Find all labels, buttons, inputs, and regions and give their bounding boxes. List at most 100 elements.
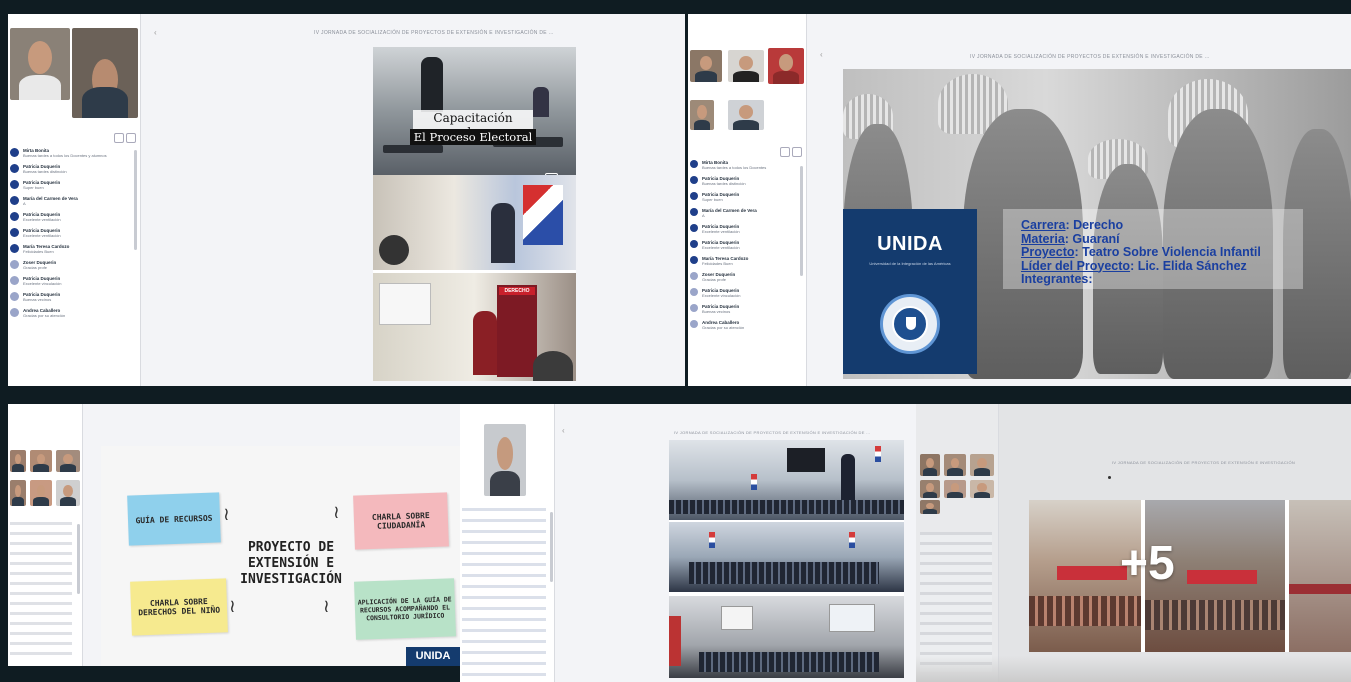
popout-icon[interactable] (114, 133, 124, 143)
avatar (10, 196, 19, 205)
avatar (10, 180, 19, 189)
photo-classroom-3 (1289, 500, 1351, 652)
avatar (10, 148, 19, 157)
chat-scrollbar[interactable] (134, 150, 137, 250)
lider-label: Líder del Proyecto (1021, 258, 1131, 273)
chevron-left-icon[interactable]: ‹ (562, 426, 565, 435)
shared-slide (1029, 500, 1351, 652)
chat-message: Mirta Bonita Buenas tardes a todos los Do… (10, 148, 134, 158)
participant-video[interactable] (944, 480, 966, 498)
chat-scrollbar[interactable] (550, 512, 553, 582)
chat-message: Patricia Duquerin Buenas vecinos (10, 292, 134, 302)
arrow-icon: ≀ (333, 502, 340, 522)
participant-video[interactable] (690, 100, 714, 130)
participant-video[interactable] (10, 450, 26, 472)
chat-scrollbar[interactable] (800, 166, 803, 276)
meeting-title: IV JORNADA DE SOCIALIZACIÓN DE PROYECTOS… (1112, 460, 1296, 465)
materia-label: Materia (1021, 231, 1065, 246)
avatar (10, 308, 19, 317)
note-charla-derechos-nino: CHARLA SOBRE DERECHOS DEL NIÑO (130, 578, 228, 636)
participant-video[interactable] (690, 50, 722, 82)
project-info: Carrera: Derecho Materia: Guaraní Proyec… (1021, 218, 1261, 286)
chat-text: Buenas vecinos (23, 297, 52, 302)
chat-text: Gracias por su atención (23, 313, 66, 318)
chat-text: Felicidades Buen (702, 261, 733, 266)
carrera-label: Carrera (1021, 218, 1066, 232)
carrera-value: Derecho (1073, 218, 1124, 232)
search-icon[interactable] (792, 147, 802, 157)
chat-list (10, 522, 72, 662)
participant-video[interactable] (970, 480, 994, 498)
chat-message: Patricia Duquerin Excelente ventilación (10, 212, 134, 222)
participant-video[interactable] (920, 454, 940, 476)
chat-text: Excelente ventilación (23, 233, 61, 238)
chat-scrollbar[interactable] (77, 524, 80, 594)
participant-video[interactable] (768, 48, 804, 84)
bottom-fade (916, 656, 1351, 682)
participant-video[interactable] (30, 450, 52, 472)
chevron-left-icon[interactable]: ‹ (154, 28, 157, 37)
meeting-screenshot-2: Mirta Bonita Buenas tardes a todos los Do… (688, 14, 1351, 386)
proyecto-label: Proyecto (1021, 245, 1075, 259)
avatar (690, 320, 698, 328)
chat-text: Buenas tardes a todos los Docentes (702, 165, 767, 170)
chat-message: Zoser Duquerin Gracias profe (10, 260, 134, 270)
meeting-sidebar: Mirta Bonita Buenas tardes a todos los Do… (8, 14, 141, 386)
chat-message: María del Carmen de Vera A (10, 196, 134, 206)
meeting-screenshot-3: IV JORNADA DE SOCIALIZACIÓN DE PROYECTOS… (8, 404, 460, 666)
chat-tools[interactable] (112, 130, 136, 143)
chat-message: Patricia Duquerin Excelente ventilación (690, 240, 800, 250)
chat-text: Gracias profe (23, 265, 48, 270)
meeting-title: IV JORNADA DE SOCIALIZACIÓN DE PROYECTOS… (314, 30, 554, 36)
popout-icon[interactable] (780, 147, 790, 157)
meeting-screenshot-5: IV JORNADA DE SOCIALIZACIÓN DE PROYECTOS… (916, 404, 1351, 682)
chat-list (920, 532, 992, 672)
participant-video[interactable] (970, 454, 994, 476)
chat-message: María del Carmen de Vera A (690, 208, 800, 218)
unida-logo: UNIDA (877, 233, 943, 255)
chevron-left-icon[interactable]: ‹ (820, 50, 823, 59)
materia-value: Guaraní (1072, 231, 1120, 246)
participant-video[interactable] (56, 480, 80, 506)
meeting-screenshot-1: Mirta Bonita Buenas tardes a todos los Do… (8, 14, 685, 386)
unida-logo: UNIDA (406, 647, 460, 666)
chat-message: Patricia Duquerin Excelente vinculación (10, 276, 134, 286)
integrantes-label: Integrantes (1021, 272, 1089, 286)
participant-video[interactable] (10, 480, 26, 506)
shared-slide: UNIDA Universidad de la Integración de l… (843, 69, 1351, 379)
avatar (10, 228, 19, 237)
participant-video[interactable] (728, 50, 764, 82)
chat-text: Excelente ventilación (23, 217, 61, 222)
shared-slide: Capacitación sobre: El Proceso Electoral… (373, 47, 576, 381)
participant-video[interactable] (72, 28, 138, 118)
arrow-icon: ≀ (223, 504, 230, 524)
arrow-icon: ≀ (229, 596, 236, 616)
chat-message: Patricia Duquerin Buenas tardes distinció… (10, 164, 134, 174)
chat-message: Andrea Caballero Gracias por su atención (10, 308, 134, 318)
participant-video[interactable] (728, 100, 764, 130)
more-photos-count[interactable]: +5 (1120, 536, 1175, 591)
chat-text: Gracias profe (702, 277, 727, 282)
chat-text: Excelente vinculación (23, 281, 62, 286)
participant-video[interactable] (920, 500, 940, 514)
meeting-sidebar (916, 404, 999, 682)
note-guia-recursos: GUÍA DE RECURSOS (127, 492, 221, 546)
participant-video[interactable] (56, 450, 80, 472)
diagram-title: PROYECTO DE EXTENSIÓN E INVESTIGACIÓN (240, 540, 342, 587)
chat-tools[interactable] (778, 144, 802, 157)
participant-video[interactable] (944, 454, 966, 476)
photo-group (669, 522, 904, 592)
chat-message: Patricia Duquerin Excelente ventilación (10, 228, 134, 238)
chat-text: Excelente vinculación (702, 293, 741, 298)
meeting-sidebar (8, 404, 83, 666)
participant-video[interactable] (484, 424, 526, 496)
avatar (10, 212, 19, 221)
chat-text: A (702, 213, 705, 218)
participant-video[interactable] (920, 480, 940, 498)
note-charla-ciudadania: CHARLA SOBRE CIUDADANÍA (353, 492, 449, 550)
avatar (10, 260, 19, 269)
participant-video[interactable] (30, 480, 52, 506)
avatar (690, 192, 698, 200)
search-icon[interactable] (126, 133, 136, 143)
participant-video[interactable] (10, 28, 70, 100)
